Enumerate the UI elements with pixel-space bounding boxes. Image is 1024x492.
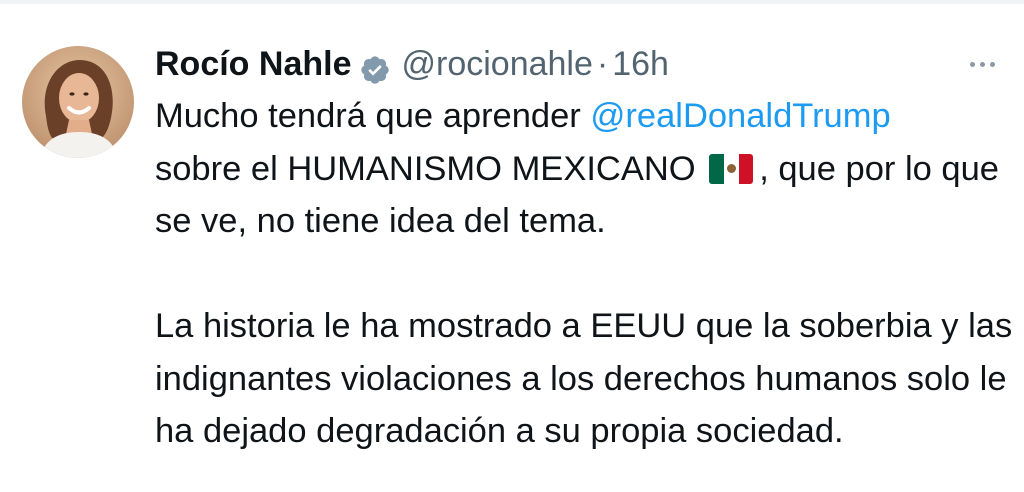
author-display-name[interactable]: Rocío Nahle [155, 38, 351, 90]
tweet-paragraph-2: La historia le ha mostrado a EEUU que la… [155, 307, 1013, 450]
tweet-paragraph-1: Mucho tendrá que aprender @realDonaldTru… [155, 90, 1015, 248]
more-options-icon[interactable] [958, 52, 1006, 76]
tweet-header: Rocío Nahle @rocionahle · 16h [155, 38, 669, 90]
mention-link[interactable]: @realDonaldTrump [590, 97, 890, 135]
more-dot [979, 61, 985, 67]
tweet-text-segment: Mucho tendrá que aprender [155, 97, 591, 135]
tweet-timestamp[interactable]: 16h [612, 38, 669, 90]
mexico-flag-icon [709, 153, 754, 184]
more-dot [969, 61, 975, 67]
tweet-text-segment: sobre el HUMANISMO MEXICANO [155, 149, 696, 188]
more-dot [989, 61, 995, 67]
avatar[interactable] [22, 46, 134, 158]
top-divider [0, 0, 1024, 4]
author-handle[interactable]: @rocionahle [401, 38, 592, 90]
verified-badge-icon[interactable] [359, 49, 391, 84]
header-separator: · [596, 45, 609, 83]
tweet-text: Mucho tendrá que aprender @realDonaldTru… [155, 90, 1015, 458]
